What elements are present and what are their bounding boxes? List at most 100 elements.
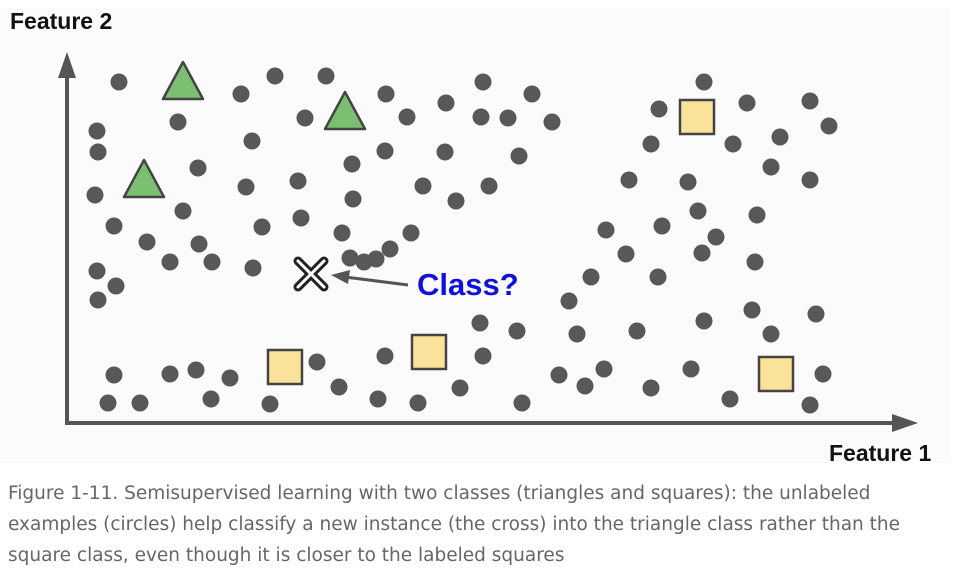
unlabeled-point-icon [398, 108, 416, 126]
unlabeled-point-icon [161, 365, 179, 383]
square-labeled-point-icon [678, 98, 716, 136]
unlabeled-point-icon [679, 173, 697, 191]
unlabeled-point-icon [748, 206, 766, 224]
unlabeled-point-icon [451, 379, 469, 397]
unlabeled-point-icon [292, 209, 310, 227]
unlabeled-point-icon [595, 360, 613, 378]
unlabeled-point-icon [202, 390, 220, 408]
unlabeled-point-icon [682, 360, 700, 378]
unlabeled-point-icon [649, 268, 667, 286]
unlabeled-point-icon [317, 67, 335, 85]
unlabeled-point-icon [807, 305, 825, 323]
unlabeled-point-icon [437, 94, 455, 112]
y-axis-label: Feature 2 [10, 8, 112, 34]
unlabeled-point-icon [266, 67, 284, 85]
unlabeled-point-icon [650, 100, 668, 118]
unlabeled-point-icon [355, 253, 373, 271]
figure-caption: Figure 1-11. Semisupervised learning wit… [8, 483, 901, 566]
unlabeled-point-icon [560, 292, 578, 310]
unlabeled-point-icon [695, 73, 713, 91]
unlabeled-point-icon [138, 233, 156, 251]
unlabeled-point-icon [513, 394, 531, 412]
unlabeled-point-icon [243, 132, 261, 150]
square-labeled-point-icon [266, 348, 304, 386]
unlabeled-point-icon [499, 109, 517, 127]
unlabeled-point-icon [436, 143, 454, 161]
unlabeled-point-icon [582, 268, 600, 286]
unlabeled-point-icon [576, 377, 594, 395]
unlabeled-point-icon [523, 85, 541, 103]
unlabeled-point-icon [187, 361, 205, 379]
unlabeled-point-icon [189, 159, 207, 177]
unlabeled-point-icon [771, 128, 789, 146]
unlabeled-point-icon [344, 190, 362, 208]
unlabeled-point-icon [343, 155, 361, 173]
unlabeled-point-icon [107, 277, 125, 295]
unlabeled-point-icon [330, 378, 348, 396]
unlabeled-point-icon [369, 390, 387, 408]
unlabeled-point-icon [480, 177, 498, 195]
unlabeled-point-icon [550, 366, 568, 384]
unlabeled-point-icon [89, 143, 107, 161]
unlabeled-point-icon [447, 192, 465, 210]
unlabeled-point-icon [409, 394, 427, 412]
unlabeled-point-icon [237, 178, 255, 196]
unlabeled-point-icon [377, 85, 395, 103]
unlabeled-point-icon [221, 369, 239, 387]
unlabeled-point-icon [105, 217, 123, 235]
unlabeled-point-icon [308, 353, 326, 371]
unlabeled-point-icon [376, 142, 394, 160]
unlabeled-point-icon [105, 366, 123, 384]
unlabeled-point-icon [169, 113, 187, 131]
unlabeled-point-icon [510, 147, 528, 165]
unlabeled-point-icon [801, 171, 819, 189]
unlabeled-point-icon [381, 240, 399, 258]
unlabeled-point-icon [333, 224, 351, 242]
unlabeled-point-icon [693, 244, 711, 262]
unlabeled-point-icon [801, 92, 819, 110]
unlabeled-point-icon [746, 253, 764, 271]
unlabeled-point-icon [738, 94, 756, 112]
unlabeled-point-icon [161, 253, 179, 271]
square-labeled-point-icon [410, 333, 448, 371]
unlabeled-point-icon [617, 245, 635, 263]
unlabeled-point-icon [86, 186, 104, 204]
class-question-label: Class? [417, 267, 519, 302]
unlabeled-point-icon [762, 158, 780, 176]
unlabeled-point-icon [203, 253, 221, 271]
unlabeled-point-icon [508, 322, 526, 340]
unlabeled-point-icon [568, 325, 586, 343]
unlabeled-point-icon [642, 135, 660, 153]
unlabeled-point-icon [88, 262, 106, 280]
unlabeled-point-icon [253, 218, 271, 236]
unlabeled-point-icon [762, 325, 780, 343]
unlabeled-point-icon [99, 394, 117, 412]
unlabeled-point-icon [620, 171, 638, 189]
unlabeled-point-icon [820, 117, 838, 135]
unlabeled-point-icon [289, 172, 307, 190]
unlabeled-point-icon [174, 202, 192, 220]
unlabeled-point-icon [376, 347, 394, 365]
unlabeled-point-icon [402, 224, 420, 242]
unlabeled-point-icon [801, 396, 819, 414]
unlabeled-point-icon [131, 394, 149, 412]
square-labeled-point-icon [757, 355, 795, 393]
unlabeled-point-icon [296, 109, 314, 127]
unlabeled-point-icon [471, 314, 489, 332]
unlabeled-point-icon [261, 395, 279, 413]
unlabeled-point-icon [695, 312, 713, 330]
unlabeled-point-icon [653, 217, 671, 235]
unlabeled-point-icon [724, 135, 742, 153]
unlabeled-point-icon [414, 177, 432, 195]
unlabeled-point-icon [88, 122, 106, 140]
unlabeled-point-icon [689, 202, 707, 220]
semisupervised-figure: Feature 2 Feature 1 Class? [0, 0, 961, 470]
unlabeled-point-icon [543, 113, 561, 131]
unlabeled-point-icon [814, 365, 832, 383]
unlabeled-point-icon [232, 85, 250, 103]
unlabeled-point-icon [110, 73, 128, 91]
unlabeled-point-icon [472, 108, 490, 126]
unlabeled-point-icon [474, 347, 492, 365]
unlabeled-point-icon [642, 379, 660, 397]
unlabeled-point-icon [597, 221, 615, 239]
